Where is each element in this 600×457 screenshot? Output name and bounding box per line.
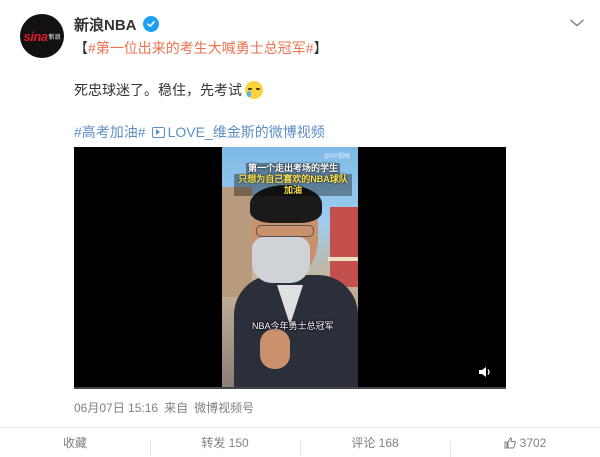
volume-icon[interactable] [478,365,492,379]
verified-icon [142,16,159,32]
hashtag-link[interactable]: #高考加油# [74,122,146,142]
video-source-label: LOVE_维金斯的微博视频 [167,124,325,140]
topic-link[interactable]: #第一位出来的考生大喊勇士总冠军# [88,40,314,56]
video-caption-line2: 只想为自己喜欢的NBA球队加油 [234,174,352,196]
weibo-post-card: sina 新浪 新浪NBA 【#第一位出来的考生大喊勇士总冠军#】 死忠球迷了。… [0,0,600,457]
chevron-down-icon[interactable] [568,16,586,30]
comment-button[interactable]: 评论 168 [300,434,450,456]
video-player[interactable]: @PP视频 第一个走出考场的学生 只想为自己喜欢的NBA球队加油 NBA今年勇士… [74,147,506,389]
post-tags-line: #高考加油# LOVE_维金斯的微博视频 [74,122,325,142]
post-meta: 06月07日 15:16 来自 微博视频号 [74,399,254,416]
topic-open-bracket: 【 [74,40,88,56]
avatar-logo-subtext: 新浪 [48,34,61,41]
like-button[interactable]: 3702 [450,435,600,457]
video-watermark: @PP视频 [323,154,350,160]
video-icon [151,126,165,138]
like-count: 3702 [519,435,547,450]
post-topic-line: 【#第一位出来的考生大喊勇士总冠军#】 [74,38,328,58]
video-source-link[interactable]: LOVE_维金斯的微博视频 [151,122,325,142]
video-caption-line1: 第一个走出考场的学生 [245,163,340,174]
video-caption-top: 第一个走出考场的学生 只想为自己喜欢的NBA球队加油 [234,163,352,196]
account-name-row: 新浪NBA [74,14,159,34]
comment-label: 评论 168 [351,436,399,450]
video-subtitle: NBA今年勇士总冠军 [252,321,334,331]
source-prefix: 来自 [164,401,189,415]
post-text-line: 死忠球迷了。稳住，先考试 [74,80,263,100]
video-frame: @PP视频 第一个走出考场的学生 只想为自己喜欢的NBA球队加油 NBA今年勇士… [222,147,358,389]
avatar-logo-text: sina [23,28,48,44]
repost-button[interactable]: 转发 150 [150,434,300,456]
repost-label: 转发 150 [201,436,249,450]
favorite-label: 收藏 [62,436,87,450]
account-name[interactable]: 新浪NBA [74,14,137,35]
video-progress-bar[interactable] [74,387,506,389]
favorite-button[interactable]: 收藏 [0,434,150,451]
post-text: 死忠球迷了。稳住，先考试 [74,82,242,98]
topic-close-bracket: 】 [313,40,328,56]
post-source[interactable]: 微博视频号 [194,399,254,416]
thumbs-up-icon [504,436,516,449]
action-bar: 收藏 转发 150 评论 168 3702 [0,428,600,457]
avatar[interactable]: sina 新浪 [20,14,64,58]
crying-emoji-icon [245,81,263,99]
post-date[interactable]: 06月07日 15:16 [74,399,158,416]
